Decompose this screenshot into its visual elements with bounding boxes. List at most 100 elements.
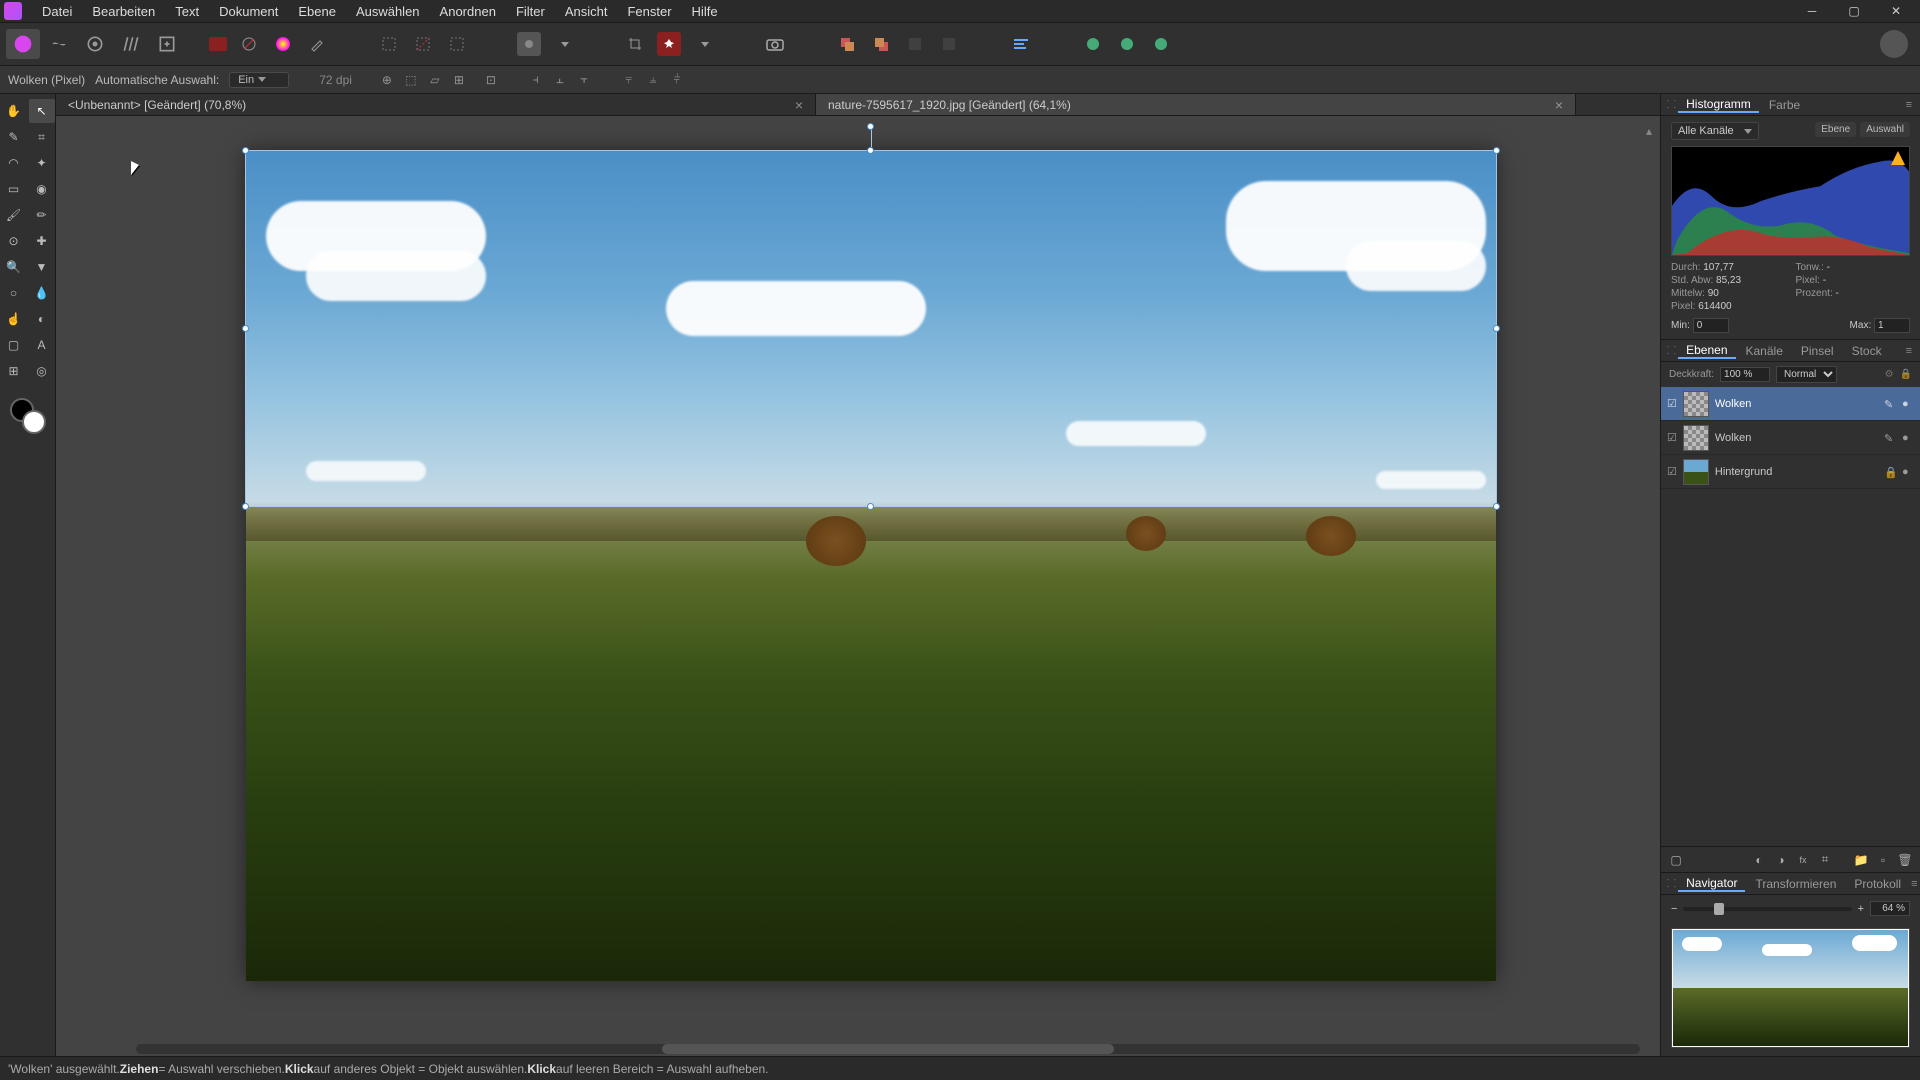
- swatch-none[interactable]: [237, 32, 261, 56]
- zoom-slider[interactable]: [1683, 907, 1851, 911]
- layer-visibility-icon[interactable]: ☑: [1667, 397, 1677, 410]
- swatch-fill[interactable]: [209, 37, 227, 51]
- tool-dodge[interactable]: ○: [1, 281, 27, 305]
- auto-enhance-dropdown[interactable]: [691, 32, 715, 56]
- navigator-viewport-rect[interactable]: [1672, 929, 1909, 1047]
- scrollbar-thumb[interactable]: [662, 1044, 1113, 1054]
- sync-2-icon[interactable]: [1115, 32, 1139, 56]
- histo-max-input[interactable]: [1874, 318, 1910, 333]
- tool-flood[interactable]: ◉: [29, 177, 55, 201]
- selection-expand-icon[interactable]: [445, 32, 469, 56]
- swatch-color-wheel[interactable]: [271, 32, 295, 56]
- horizontal-scrollbar[interactable]: [136, 1044, 1640, 1054]
- tool-pen[interactable]: ✎: [1, 125, 27, 149]
- layer-edit-icon[interactable]: ✎: [1884, 432, 1896, 444]
- tab-ebenen[interactable]: Ebenen: [1678, 343, 1735, 359]
- layer-row[interactable]: ☑ Wolken ✎●: [1661, 421, 1920, 455]
- layer-vis-dot[interactable]: ●: [1902, 466, 1914, 478]
- menu-dokument[interactable]: Dokument: [209, 4, 288, 19]
- tool-blur[interactable]: 💧: [29, 281, 55, 305]
- arrange-back-icon[interactable]: [835, 32, 859, 56]
- histo-selection-button[interactable]: Auswahl: [1860, 122, 1910, 137]
- selection-hide-icon[interactable]: [411, 32, 435, 56]
- menu-datei[interactable]: Datei: [32, 4, 82, 19]
- menu-ebene[interactable]: Ebene: [288, 4, 346, 19]
- auto-enhance-icon[interactable]: [657, 32, 681, 56]
- auto-select-dropdown[interactable]: Ein: [229, 72, 289, 88]
- tab-protokoll[interactable]: Protokoll: [1846, 877, 1909, 891]
- align-right-icon[interactable]: ⫟: [574, 70, 594, 90]
- canvas-viewport[interactable]: ▴: [56, 116, 1660, 1056]
- layer-lock-icon[interactable]: 🔒: [1900, 369, 1912, 380]
- zoom-slider-thumb[interactable]: [1714, 903, 1724, 915]
- menu-text[interactable]: Text: [165, 4, 209, 19]
- layer-vis-dot[interactable]: ●: [1902, 432, 1914, 444]
- menu-bearbeiten[interactable]: Bearbeiten: [82, 4, 165, 19]
- tool-lasso[interactable]: ◠: [1, 151, 27, 175]
- persona-liquify[interactable]: [42, 29, 76, 59]
- tool-smudge[interactable]: ☝: [1, 307, 27, 331]
- align-bottom-icon[interactable]: ⫩: [667, 70, 687, 90]
- tool-mesh[interactable]: ⊞: [1, 359, 27, 383]
- layer-thumbnail[interactable]: [1683, 459, 1709, 485]
- menu-filter[interactable]: Filter: [506, 4, 555, 19]
- tool-eyedropper[interactable]: ◎: [29, 359, 55, 383]
- align-top-icon[interactable]: ⫧: [619, 70, 639, 90]
- layer-edit-icon[interactable]: ✎: [1884, 398, 1896, 410]
- layer-row[interactable]: ☑ Hintergrund 🔒●: [1661, 455, 1920, 489]
- crop-icon[interactable]: [623, 32, 647, 56]
- tab-stock[interactable]: Stock: [1844, 344, 1890, 358]
- tab-histogram[interactable]: Histogramm: [1678, 97, 1759, 113]
- align-icon[interactable]: [1009, 32, 1033, 56]
- tab-navigator[interactable]: Navigator: [1678, 876, 1745, 892]
- blend-mode-select[interactable]: Normal: [1776, 366, 1837, 383]
- align-left-icon[interactable]: ⫞: [526, 70, 546, 90]
- histogram-channel-select[interactable]: Alle Kanäle: [1671, 122, 1759, 140]
- navigator-thumbnail[interactable]: [1671, 928, 1910, 1048]
- arrange-front-icon[interactable]: [869, 32, 893, 56]
- account-avatar[interactable]: [1880, 30, 1908, 58]
- persona-develop[interactable]: [78, 29, 112, 59]
- persona-photo[interactable]: [6, 29, 40, 59]
- close-icon[interactable]: ×: [795, 97, 803, 113]
- tool-marquee[interactable]: ▭: [1, 177, 27, 201]
- layer-thumbnail[interactable]: [1683, 425, 1709, 451]
- color-swatches[interactable]: [8, 396, 48, 436]
- document-tab-1[interactable]: nature-7595617_1920.jpg [Geändert] (64,1…: [816, 94, 1576, 115]
- layer-adjustment-icon[interactable]: ◑: [1772, 851, 1790, 869]
- tab-kanaele[interactable]: Kanäle: [1738, 344, 1791, 358]
- panel-menu-icon[interactable]: ≡: [1911, 878, 1919, 890]
- layer-crop-icon[interactable]: ⌗: [1816, 851, 1834, 869]
- window-maximize[interactable]: ▢: [1834, 0, 1874, 22]
- layer-row[interactable]: ☑ Wolken ✎●: [1661, 387, 1920, 421]
- menu-fenster[interactable]: Fenster: [617, 4, 681, 19]
- tool-gradient[interactable]: ▼: [29, 255, 55, 279]
- canvas[interactable]: [246, 151, 1496, 981]
- layer-lock-icon[interactable]: 🔒: [1884, 466, 1896, 478]
- persona-export[interactable]: [150, 29, 184, 59]
- zoom-in-button[interactable]: +: [1858, 903, 1864, 915]
- layer-gear-icon[interactable]: ⚙: [1885, 369, 1894, 380]
- layer-delete-icon[interactable]: 🗑: [1896, 851, 1914, 869]
- panel-menu-icon[interactable]: ≡: [1906, 99, 1914, 111]
- menu-anordnen[interactable]: Anordnen: [430, 4, 506, 19]
- zoom-value[interactable]: 64 %: [1870, 901, 1910, 916]
- tab-transformieren[interactable]: Transformieren: [1747, 877, 1844, 891]
- tool-hand[interactable]: ✋: [1, 99, 27, 123]
- menu-hilfe[interactable]: Hilfe: [682, 4, 728, 19]
- layer-add-mask-icon[interactable]: ◐: [1750, 851, 1768, 869]
- layer-fx-icon[interactable]: fx: [1794, 851, 1812, 869]
- tool-wand[interactable]: ✦: [29, 151, 55, 175]
- layer-mask-icon[interactable]: ▢: [1667, 851, 1685, 869]
- align-middle-icon[interactable]: ⫨: [643, 70, 663, 90]
- zoom-out-button[interactable]: −: [1671, 903, 1677, 915]
- swatch-picker[interactable]: [305, 32, 329, 56]
- transform-lock-icon[interactable]: ⬚: [401, 70, 421, 90]
- menu-ansicht[interactable]: Ansicht: [555, 4, 618, 19]
- tool-move[interactable]: ↖: [29, 99, 55, 123]
- rotation-handle[interactable]: [867, 123, 874, 130]
- opacity-input[interactable]: [1720, 367, 1770, 382]
- quickmask-icon[interactable]: [517, 32, 541, 56]
- layer-new-icon[interactable]: ▫: [1874, 851, 1892, 869]
- foreground-color-swatch[interactable]: [22, 410, 46, 434]
